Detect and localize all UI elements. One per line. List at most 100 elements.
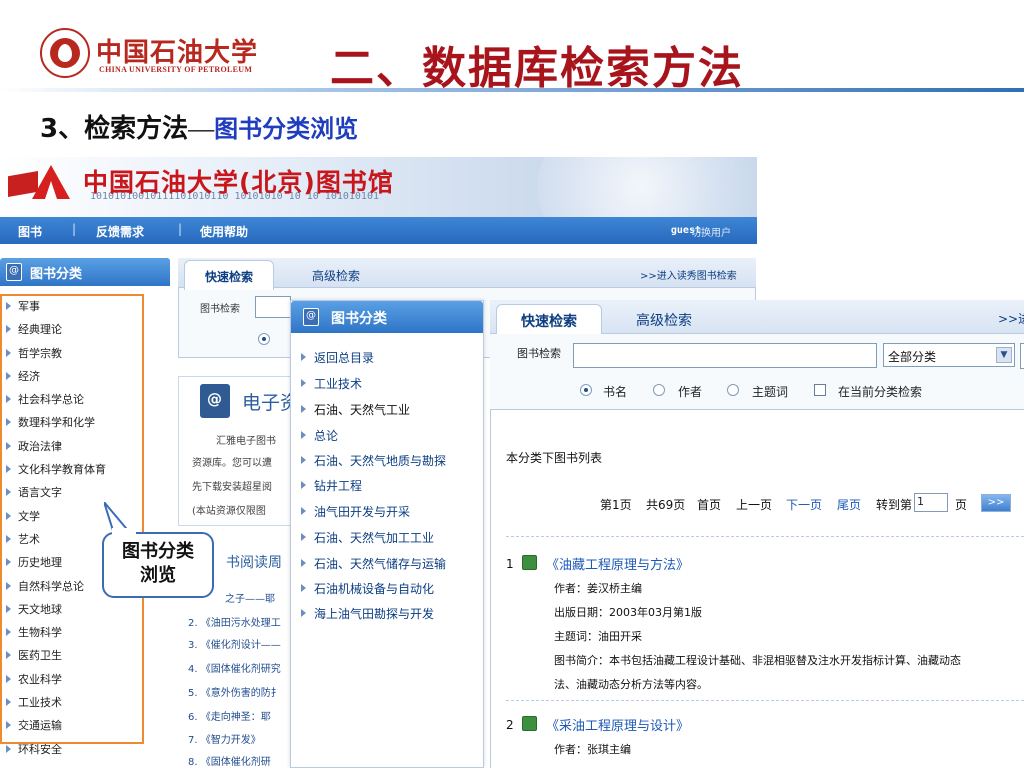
result-date: 出版日期：2003年03月第1版 bbox=[554, 606, 702, 619]
e-resource-text: 先下载安装超星阅 bbox=[192, 482, 272, 493]
pager-goto-value: 1 bbox=[917, 495, 924, 508]
category-select[interactable]: 全部分类 ▼ bbox=[883, 343, 1015, 367]
category-panel-header: 图书分类 bbox=[0, 258, 170, 286]
callout-text: 图书分类 浏览 bbox=[102, 540, 214, 588]
subcategory-item[interactable]: 石油、天然气地质与勘探 bbox=[300, 452, 446, 469]
result-subject: 主题词：油田开采 bbox=[554, 630, 642, 643]
library-title: 中国石油大学(北京)图书馆 bbox=[83, 168, 394, 197]
result-divider bbox=[506, 700, 1024, 701]
pager-page-unit: 页 bbox=[955, 498, 968, 512]
pager-first[interactable]: 首页 bbox=[697, 496, 721, 513]
result-title[interactable]: 《采油工程原理与设计》 bbox=[546, 715, 689, 734]
pager-go-button[interactable]: >> bbox=[981, 494, 1011, 512]
book-cover-icon[interactable] bbox=[522, 555, 537, 570]
subcategory-item[interactable]: 总论 bbox=[300, 427, 338, 444]
reading-item[interactable]: 2. 《油田污水处理工 bbox=[188, 614, 281, 629]
book-cover-icon[interactable] bbox=[522, 716, 537, 731]
reading-week-title: 书阅读周 bbox=[226, 555, 282, 571]
nav-item-help[interactable]: 使用帮助 bbox=[200, 223, 248, 240]
globe-graphic bbox=[537, 157, 757, 217]
radio-author-label: 作者 bbox=[678, 385, 703, 399]
subcategory-item[interactable]: 石油、天然气储存与运输 bbox=[300, 555, 446, 572]
section-heading-main: 3、检索方法 bbox=[40, 114, 189, 144]
radio-subject[interactable] bbox=[727, 384, 739, 396]
reading-item[interactable]: 8. 《固体催化剂研 bbox=[188, 753, 271, 768]
subcategory-item[interactable]: 油气田开发与开采 bbox=[300, 503, 410, 520]
search-button[interactable] bbox=[1020, 343, 1024, 369]
subcategory-item[interactable]: 石油机械设备与自动化 bbox=[300, 580, 434, 597]
result-title[interactable]: 《油藏工程原理与方法》 bbox=[546, 554, 689, 573]
slide-header: 中国石油大学 CHINA UNIVERSITY OF PETROLEUM 二、数… bbox=[0, 0, 1024, 100]
back-radio[interactable] bbox=[258, 333, 270, 345]
result-author: 作者：姜汉桥主编 bbox=[554, 582, 642, 595]
category-item[interactable]: 环科安全 bbox=[0, 741, 143, 764]
e-resource-text: (本站资源仅限图 bbox=[192, 506, 266, 517]
e-resource-text: 资源库。您可以遭 bbox=[192, 458, 272, 469]
radio-subject-label: 主题词 bbox=[752, 385, 789, 399]
pager-last[interactable]: 尾页 bbox=[837, 496, 861, 513]
header-divider bbox=[0, 88, 1024, 92]
university-emblem-icon bbox=[40, 28, 90, 78]
radio-author[interactable] bbox=[653, 384, 665, 396]
chevron-down-icon: ▼ bbox=[996, 347, 1012, 363]
book-icon bbox=[303, 308, 319, 326]
pager-current-page: 第1页 bbox=[600, 498, 632, 512]
reader-search-link[interactable]: >>进入读秀图书检索 bbox=[640, 267, 737, 282]
category-panel-title: 图书分类 bbox=[30, 267, 83, 282]
search-input[interactable] bbox=[573, 343, 877, 368]
section-heading-dash: — bbox=[188, 114, 215, 143]
reading-item[interactable]: 6. 《走向神圣：耶 bbox=[188, 708, 271, 723]
subcategory-item[interactable]: 工业技术 bbox=[300, 375, 362, 392]
radio-title[interactable] bbox=[580, 384, 592, 396]
subcategory-panel-title: 图书分类 bbox=[331, 311, 387, 327]
reading-item[interactable]: 3. 《催化剂设计—— bbox=[188, 636, 281, 651]
nav-item-feedback[interactable]: 反馈需求 bbox=[96, 223, 144, 240]
section-heading-link: 图书分类浏览 bbox=[214, 115, 359, 143]
search-label: 图书检索 bbox=[517, 347, 561, 360]
result-divider bbox=[506, 536, 1024, 537]
pager-goto-label: 转到第 bbox=[876, 498, 913, 512]
e-resource-text: 汇雅电子图书 bbox=[216, 436, 276, 447]
subcategory-item-current[interactable]: 石油、天然气工业 bbox=[300, 401, 410, 418]
current-category-checkbox[interactable] bbox=[814, 384, 826, 396]
library-logo-icon bbox=[8, 165, 70, 199]
university-name-cn: 中国石油大学 bbox=[96, 38, 259, 68]
switch-user-link[interactable]: 切换用户 bbox=[691, 224, 731, 239]
book-list-title: 本分类下图书列表 bbox=[506, 451, 603, 465]
library-nav-bar: 图书 | 反馈需求 | 使用帮助 guest 切换用户 bbox=[0, 217, 757, 244]
pager-goto-input[interactable]: 1 bbox=[914, 493, 948, 512]
reading-item[interactable]: 5. 《意外伤害的防扌 bbox=[188, 684, 281, 699]
pager-prev[interactable]: 上一页 bbox=[736, 496, 772, 513]
callout-line-1: 图书分类 bbox=[122, 541, 194, 562]
slide-title: 二、数据库检索方法 bbox=[330, 43, 744, 94]
reading-item[interactable]: 4. 《固体催化剂研究 bbox=[188, 660, 281, 675]
callout-pointer-mask bbox=[112, 528, 136, 536]
library-banner: 10101010010111101010110 10101010 10 10 1… bbox=[0, 157, 757, 217]
pager-total-pages: 共69页 bbox=[646, 498, 686, 512]
section-heading: 3、检索方法—图书分类浏览 bbox=[40, 108, 358, 145]
subcategory-item[interactable]: 石油、天然气加工工业 bbox=[300, 529, 434, 546]
university-name-en: CHINA UNIVERSITY OF PETROLEUM bbox=[99, 65, 253, 74]
subcategory-item[interactable]: 钻井工程 bbox=[300, 477, 362, 494]
tab-quick-search[interactable]: 快速检索 bbox=[496, 304, 602, 334]
subcategory-panel-header: 图书分类 bbox=[291, 301, 483, 333]
pager-next[interactable]: 下一页 bbox=[786, 496, 822, 513]
nav-separator: | bbox=[72, 222, 77, 236]
category-select-value: 全部分类 bbox=[888, 350, 937, 364]
result-summary: 图书简介：本书包括油藏工程设计基础、非混相驱替及注水开发指标计算、油藏动态 bbox=[554, 654, 961, 667]
book-icon bbox=[6, 263, 22, 281]
current-category-label: 在当前分类检索 bbox=[838, 385, 923, 399]
back-search-input[interactable] bbox=[255, 296, 291, 318]
subcategory-item[interactable]: 海上油气田勘探与开发 bbox=[300, 605, 434, 622]
back-tab-quick[interactable]: 快速检索 bbox=[184, 260, 274, 290]
result-number: 1 bbox=[506, 557, 514, 571]
reading-item[interactable]: 7. 《智力开发》 bbox=[188, 731, 261, 746]
back-tab-advanced[interactable]: 高级检索 bbox=[312, 267, 360, 297]
subcategory-item-back[interactable]: 返回总目录 bbox=[300, 349, 374, 366]
nav-separator: | bbox=[178, 222, 183, 236]
result-summary-cont: 法、油藏动态分析方法等内容。 bbox=[554, 678, 708, 691]
reading-item[interactable]: 之子——耶 bbox=[225, 590, 275, 605]
radio-title-label: 书名 bbox=[603, 385, 628, 399]
reader-search-link[interactable]: >>进 bbox=[998, 310, 1024, 327]
nav-item-books[interactable]: 图书 bbox=[18, 223, 42, 240]
